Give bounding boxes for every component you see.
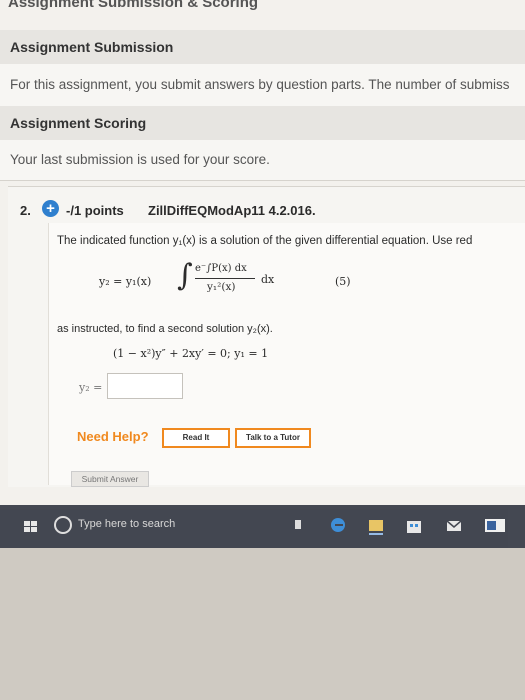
question-prompt: The indicated function y₁(x) is a soluti… [57,235,473,247]
section-heading: Assignment Scoring [10,115,147,131]
integral-sign: ∫ [177,258,193,293]
section-submission-text: For this assignment, you submit answers … [0,64,525,107]
question-card: 2. + -/1 points ZillDiffEQModAp11 4.2.01… [8,186,525,487]
question-points: -/1 points [66,203,124,218]
question-header: 2. + -/1 points ZillDiffEQModAp11 4.2.01… [8,199,525,221]
need-help-label: Need Help? [77,429,149,444]
question-code: ZillDiffEQModAp11 4.2.016. [148,203,316,218]
section-text: Your last submission is used for your sc… [10,152,270,167]
expand-plus-icon[interactable]: + [42,200,59,217]
answer-label: y₂ = [79,381,103,394]
question-instruction: as instructed, to find a second solution… [57,323,273,335]
browser-page: Assignment Submission & Scoring Assignme… [0,0,525,548]
differential-equation: (1 − x²)y″ + 2xy′ = 0; y₁ = 1 [113,347,269,360]
talk-to-tutor-button[interactable]: Talk to a Tutor [235,428,311,448]
mail-icon[interactable] [446,515,462,535]
equation-number: (5) [335,275,351,288]
question-number: 2. [20,203,31,218]
fraction-bar [195,278,255,279]
section-submission-header: Assignment Submission [0,30,525,65]
windows-start-icon[interactable] [24,521,38,533]
taskbar-search-input[interactable]: Type here to search [78,518,175,530]
page-title: Assignment Submission & Scoring [8,0,259,11]
formula-denominator: y₁²(x) [207,281,236,293]
formula-left: y₂ = y₁(x) [99,275,152,288]
formula-dx: dx [261,273,275,286]
submit-answer-button[interactable]: Submit Answer [71,471,149,487]
download-icon[interactable] [290,515,306,535]
cortana-circle-icon[interactable] [54,516,72,534]
section-text: For this assignment, you submit answers … [10,77,510,92]
file-explorer-icon[interactable] [368,515,384,535]
section-scoring-text: Your last submission is used for your sc… [0,140,525,181]
edge-browser-icon[interactable] [330,515,346,535]
answer-input[interactable] [107,373,183,399]
reduction-formula: y₂ = y₁(x) ∫ e⁻∫P(x) dx y₁²(x) dx (5) [99,259,379,303]
formula-numerator: e⁻∫P(x) dx [195,263,247,274]
section-scoring-header: Assignment Scoring [0,106,525,141]
word-icon[interactable] [484,515,506,535]
windows-taskbar: Type here to search [0,505,525,548]
section-heading: Assignment Submission [10,39,174,55]
read-it-button[interactable]: Read It [162,428,230,448]
store-icon[interactable] [406,515,422,535]
question-body: The indicated function y₁(x) is a soluti… [48,223,525,487]
